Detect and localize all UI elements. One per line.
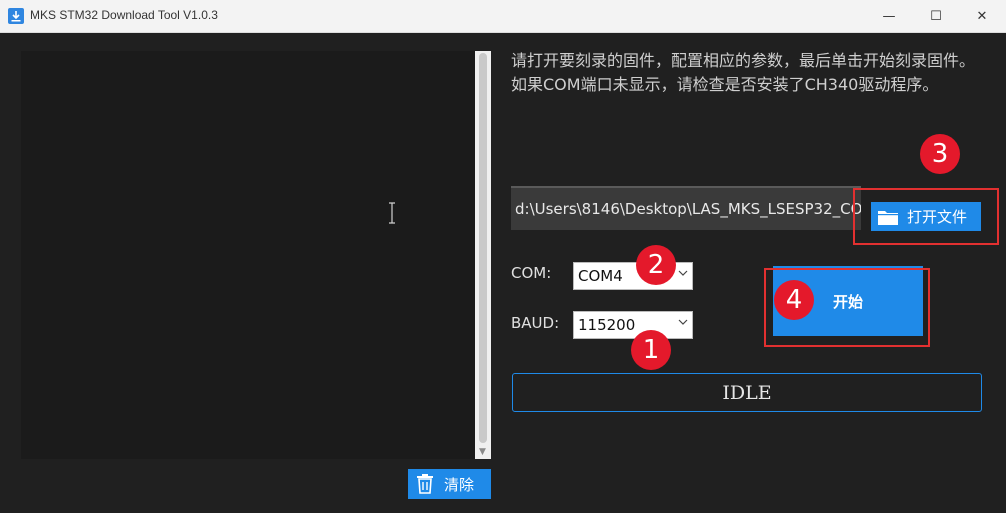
status-indicator: IDLE bbox=[512, 373, 982, 412]
baud-label: BAUD: bbox=[511, 314, 560, 332]
annotation-step-1-number: 1 bbox=[642, 335, 660, 365]
firmware-path-value: d:\Users\8146\Desktop\LAS_MKS_LSESP32_CO bbox=[515, 200, 861, 218]
trash-icon bbox=[417, 474, 433, 494]
maximize-button[interactable]: ☐ bbox=[913, 0, 959, 32]
annotation-step-4: 4 bbox=[774, 280, 814, 320]
instructions-text: 请打开要刻录的固件，配置相应的参数，最后单击开始刻录固件。如果COM端口未显示，… bbox=[511, 51, 976, 94]
clear-button-label: 清除 bbox=[444, 475, 475, 494]
minimize-button[interactable]: — bbox=[866, 0, 912, 32]
minimize-icon: — bbox=[882, 8, 896, 24]
log-output-area[interactable] bbox=[21, 51, 475, 459]
close-icon: ✕ bbox=[976, 8, 988, 24]
com-port-value: COM4 bbox=[578, 267, 623, 285]
text-cursor-icon bbox=[389, 202, 395, 224]
app-download-icon bbox=[8, 8, 24, 24]
maximize-icon: ☐ bbox=[930, 8, 942, 24]
log-scrollbar[interactable]: ▼ bbox=[475, 51, 491, 459]
annotation-box-open-file bbox=[853, 188, 999, 245]
firmware-path-field[interactable]: d:\Users\8146\Desktop\LAS_MKS_LSESP32_CO bbox=[511, 186, 861, 230]
annotation-step-4-number: 4 bbox=[785, 285, 803, 315]
scrollbar-thumb[interactable] bbox=[479, 53, 487, 443]
chevron-down-icon bbox=[678, 319, 688, 325]
annotation-step-3: 3 bbox=[920, 134, 960, 174]
com-label: COM: bbox=[511, 264, 552, 282]
close-button[interactable]: ✕ bbox=[959, 0, 1005, 32]
annotation-step-1: 1 bbox=[631, 330, 671, 370]
baud-rate-value: 115200 bbox=[578, 316, 636, 334]
baud-rate-select[interactable]: 115200 bbox=[573, 311, 693, 339]
status-text: IDLE bbox=[722, 381, 772, 404]
chevron-down-icon bbox=[678, 270, 688, 276]
annotation-step-2-number: 2 bbox=[647, 250, 665, 280]
window-title: MKS STM32 Download Tool V1.0.3 bbox=[30, 8, 218, 22]
annotation-step-3-number: 3 bbox=[931, 139, 949, 169]
title-bar: MKS STM32 Download Tool V1.0.3 — ☐ ✕ bbox=[0, 0, 1006, 33]
annotation-step-2: 2 bbox=[636, 245, 676, 285]
scroll-down-icon[interactable]: ▼ bbox=[479, 447, 486, 457]
clear-button[interactable]: 清除 bbox=[408, 469, 491, 499]
